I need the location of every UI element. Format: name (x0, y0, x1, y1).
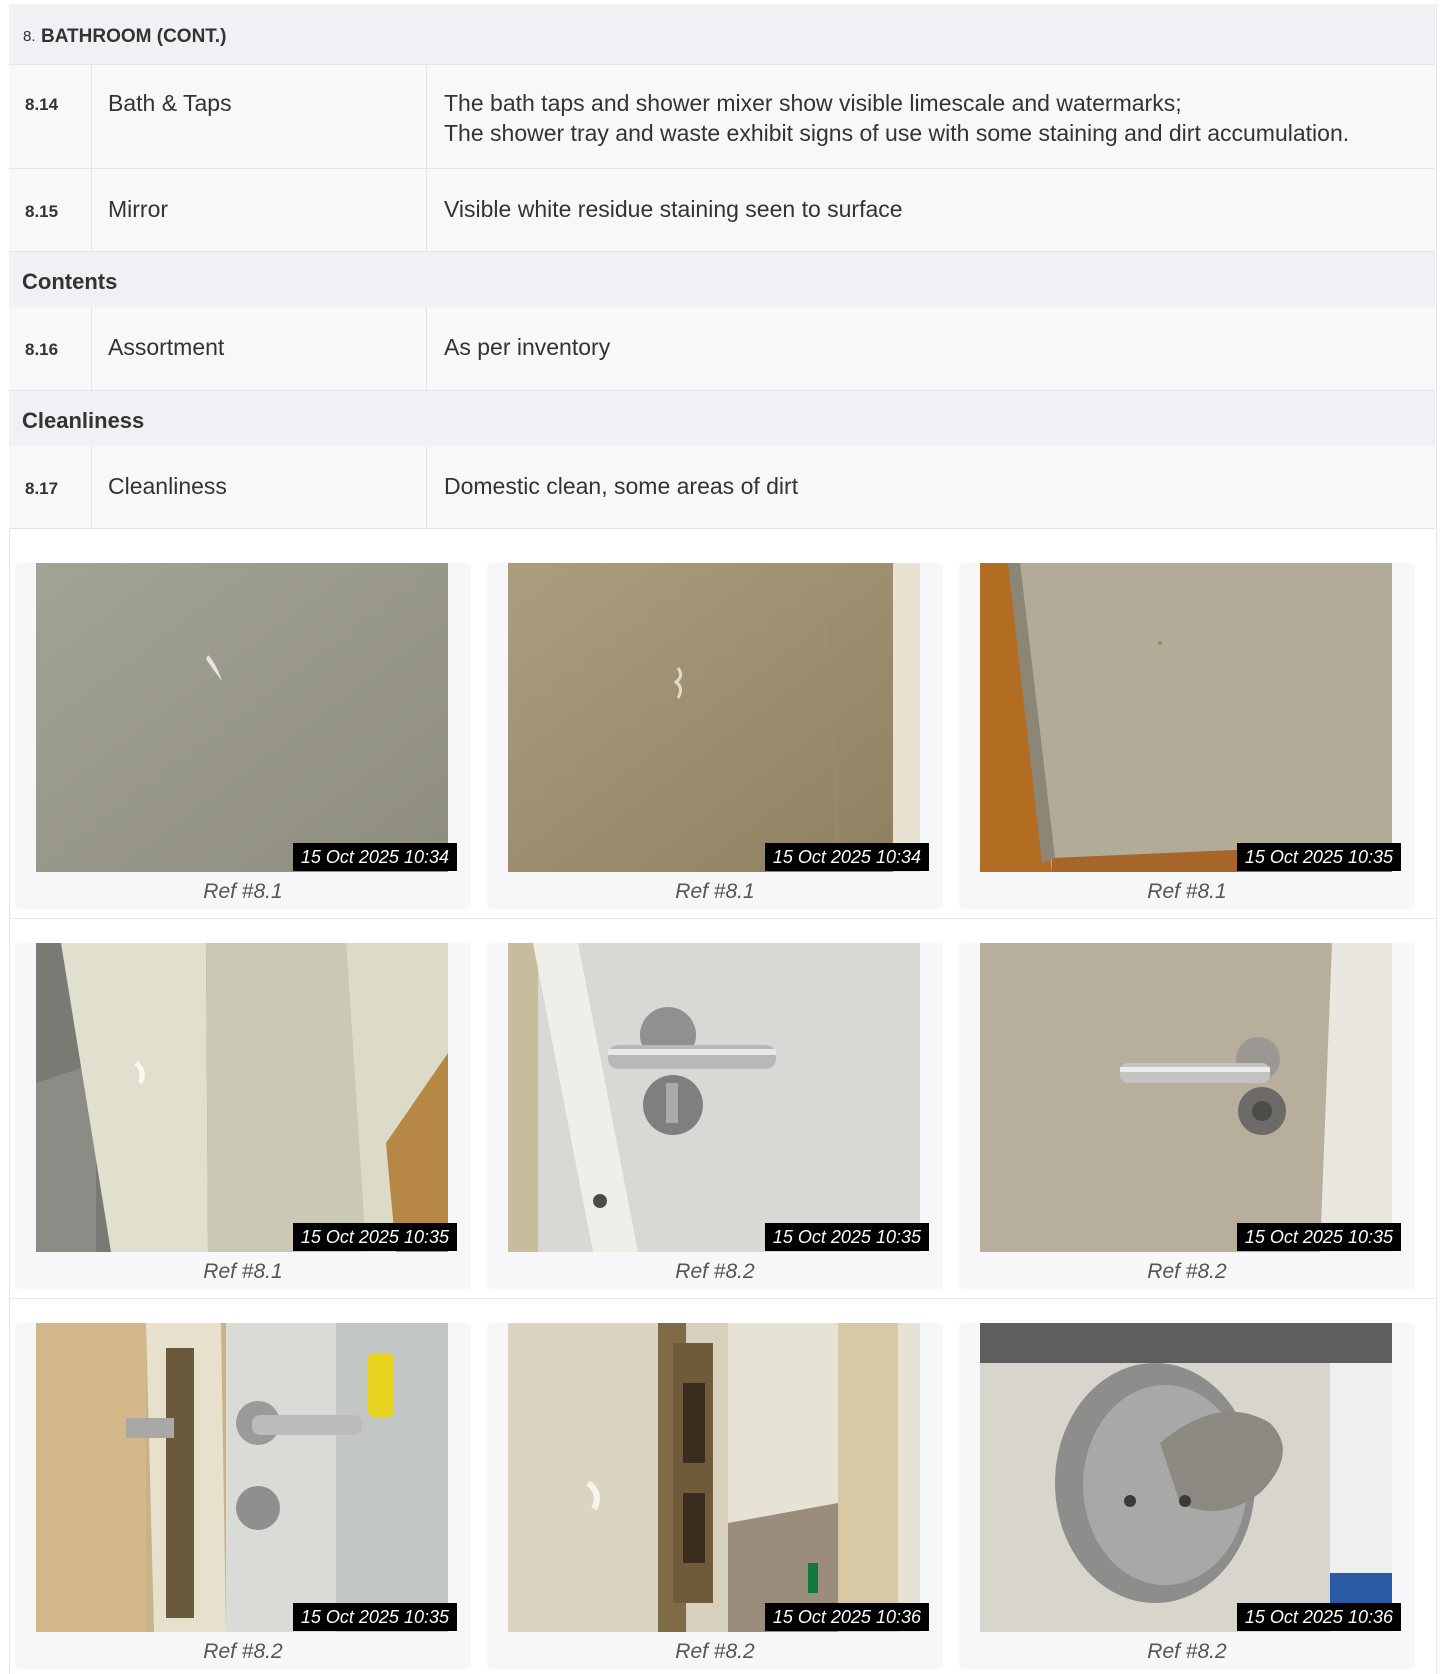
photo-wall-base-wood-floor[interactable] (980, 563, 1392, 872)
section-title: BATHROOM (CONT.) (41, 26, 227, 47)
photo-caption: Ref #8.2 (1147, 1640, 1227, 1663)
row-description: Visible white residue staining seen to s… (444, 194, 903, 224)
photo-caption: Ref #8.1 (1147, 880, 1227, 903)
photo-card[interactable]: 15 Oct 2025 10:35 Ref #8.1 (15, 943, 471, 1289)
photo-door-strike-plate[interactable] (508, 1323, 920, 1632)
photo-card[interactable]: 15 Oct 2025 10:35 Ref #8.1 (959, 563, 1415, 909)
photo-caption: Ref #8.1 (203, 880, 283, 903)
row-ref: 8.16 (25, 340, 59, 359)
photo-card[interactable]: 15 Oct 2025 10:34 Ref #8.1 (487, 563, 943, 909)
photo-grey-wall-scuff[interactable] (36, 563, 448, 872)
photo-caption: Ref #8.2 (675, 1260, 755, 1283)
divider (9, 1298, 1435, 1299)
photo-card[interactable]: 15 Oct 2025 10:36 Ref #8.2 (959, 1323, 1415, 1669)
description-line: As per inventory (444, 334, 611, 360)
photo-caption: Ref #8.1 (675, 880, 755, 903)
photo-timestamp: 15 Oct 2025 10:35 (764, 1223, 929, 1251)
photo-timestamp: 15 Oct 2025 10:35 (292, 1223, 457, 1251)
photo-caption: Ref #8.1 (203, 1260, 283, 1283)
subheader-title: Contents (22, 269, 118, 294)
photo-caption: Ref #8.2 (203, 1640, 283, 1663)
row-ref: 8.17 (25, 479, 59, 498)
description-line: Domestic clean, some areas of dirt (444, 473, 799, 499)
photo-timestamp: 15 Oct 2025 10:34 (292, 843, 457, 871)
row-description: Domestic clean, some areas of dirt (444, 471, 798, 501)
photo-door-frame-chips[interactable] (36, 943, 448, 1252)
photo-thumb-turn-closeup[interactable] (980, 1323, 1392, 1632)
description-line: The bath taps and shower mixer show visi… (444, 90, 1182, 116)
row-ref: 8.14 (25, 95, 59, 114)
photo-door-lever-handle-close[interactable] (980, 943, 1392, 1252)
photo-card[interactable]: 15 Oct 2025 10:34 Ref #8.1 (15, 563, 471, 909)
row-ref: 8.15 (25, 202, 59, 221)
photo-timestamp: 15 Oct 2025 10:35 (292, 1603, 457, 1631)
photo-card[interactable]: 15 Oct 2025 10:36 Ref #8.2 (487, 1323, 943, 1669)
section-number: 8. (23, 28, 36, 45)
row-label: Cleanliness (108, 473, 227, 499)
photo-timestamp: 15 Oct 2025 10:35 (1236, 843, 1401, 871)
photo-caption: Ref #8.2 (1147, 1260, 1227, 1283)
table-row: 8.15 Mirror Visible white residue staini… (9, 169, 1435, 252)
description-line: The shower tray and waste exhibit signs … (444, 120, 1350, 146)
photo-card[interactable]: 15 Oct 2025 10:35 Ref #8.2 (959, 943, 1415, 1289)
row-label: Mirror (108, 196, 169, 222)
table-row: 8.17 Cleanliness Domestic clean, some ar… (9, 446, 1435, 529)
row-label: Bath & Taps (108, 90, 232, 116)
photo-caption: Ref #8.2 (675, 1640, 755, 1663)
table-row: 8.16 Assortment As per inventory (9, 307, 1435, 391)
description-line: Visible white residue staining seen to s… (444, 196, 903, 222)
photo-door-lever-handle[interactable] (508, 943, 920, 1252)
photo-timestamp: 15 Oct 2025 10:35 (1236, 1223, 1401, 1251)
photo-timestamp: 15 Oct 2025 10:34 (764, 843, 929, 871)
photo-card[interactable]: 15 Oct 2025 10:35 Ref #8.2 (15, 1323, 471, 1669)
photo-timestamp: 15 Oct 2025 10:36 (1236, 1603, 1401, 1631)
photo-card[interactable]: 15 Oct 2025 10:35 Ref #8.2 (487, 943, 943, 1289)
row-description: The bath taps and shower mixer show visi… (444, 88, 1349, 148)
section-header: 8. BATHROOM (CONT.) (9, 4, 1435, 65)
subheader-title: Cleanliness (22, 408, 145, 433)
subheader-cleanliness: Cleanliness (9, 391, 1435, 446)
row-label: Assortment (108, 334, 225, 360)
photo-timestamp: 15 Oct 2025 10:36 (764, 1603, 929, 1631)
photo-beige-wall-corner[interactable] (508, 563, 920, 872)
subheader-contents: Contents (9, 252, 1435, 307)
photo-door-edge-latch[interactable] (36, 1323, 448, 1632)
table-row: 8.14 Bath & Taps The bath taps and showe… (9, 65, 1435, 169)
row-description: As per inventory (444, 332, 610, 362)
divider (9, 918, 1435, 919)
